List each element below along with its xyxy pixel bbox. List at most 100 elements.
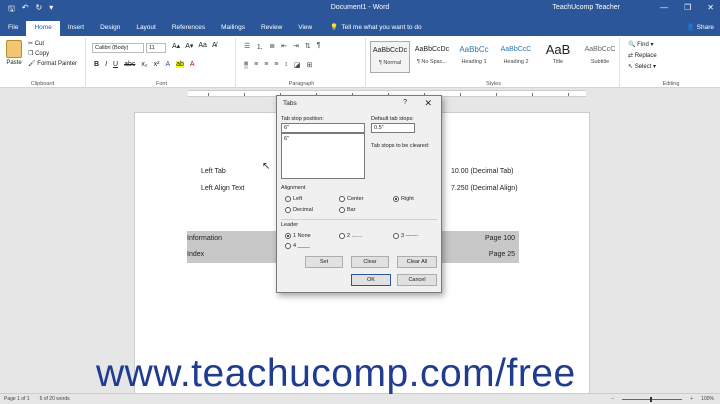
numbering-icon[interactable]: ⒈ <box>256 42 263 52</box>
format-painter-button[interactable]: 🖌 Format Painter <box>28 60 77 67</box>
style-heading-2[interactable]: AaBbCcC Heading 2 <box>496 41 536 73</box>
italic-icon[interactable]: I <box>105 61 107 68</box>
bullets-icon[interactable]: ☰ <box>244 42 250 52</box>
ok-button[interactable]: OK <box>351 274 391 286</box>
row-left-text: Information <box>187 235 223 242</box>
user-name[interactable]: TeachUcomp Teacher <box>552 4 620 11</box>
clear-format-icon[interactable]: A̸ <box>212 42 217 50</box>
highlight-icon[interactable]: ab <box>176 61 184 68</box>
replace-button[interactable]: ⇄ Replace <box>628 52 657 59</box>
dialog-close-button[interactable]: ✕ <box>424 98 432 109</box>
style-normal[interactable]: AaBbCcDc ¶ Normal <box>370 41 410 73</box>
multilevel-icon[interactable]: ≣ <box>269 42 275 52</box>
font-size-box[interactable]: 11 <box>146 43 166 53</box>
shrink-font-icon[interactable]: A▾ <box>185 42 193 50</box>
radio-label: 4 ____ <box>293 243 310 249</box>
superscript-icon[interactable]: x² <box>154 61 160 68</box>
tab-stop-list[interactable]: 6" <box>281 133 365 179</box>
find-button[interactable]: 🔍 Find ▾ <box>628 41 657 48</box>
align-center-radio[interactable]: Center <box>339 196 364 202</box>
tab-view[interactable]: View <box>290 21 320 36</box>
cut-button[interactable]: ✂ Cut <box>28 40 77 47</box>
clear-button[interactable]: Clear <box>351 256 389 268</box>
tell-me-box[interactable]: 💡 Tell me what you want to do <box>330 21 421 36</box>
leader-none-radio[interactable]: 1 None <box>285 233 311 239</box>
subscript-icon[interactable]: x₂ <box>141 61 147 68</box>
styles-group-label: Styles <box>486 81 501 87</box>
tab-mailings[interactable]: Mailings <box>213 21 253 36</box>
default-tab-stops-input[interactable]: 0.5" <box>371 123 415 133</box>
pilcrow-icon[interactable]: ¶ <box>317 42 321 52</box>
tab-file[interactable]: File <box>0 21 26 36</box>
leader-underline-radio[interactable]: 4 ____ <box>285 243 310 249</box>
align-right-icon[interactable]: ≡ <box>264 61 268 69</box>
zoom-in-icon[interactable]: + <box>690 396 693 402</box>
set-button[interactable]: Set <box>305 256 343 268</box>
tab-design[interactable]: Design <box>92 21 128 36</box>
copy-button[interactable]: ❐ Copy <box>28 50 77 57</box>
increase-indent-icon[interactable]: ⇥ <box>293 42 299 52</box>
line-spacing-icon[interactable]: ↕ <box>284 61 288 69</box>
style-name: Heading 1 <box>461 59 487 65</box>
style-title[interactable]: AaB Title <box>538 41 578 73</box>
tab-stop-position-input[interactable]: 6" <box>281 123 365 133</box>
tell-me-text: Tell me what you want to do <box>341 24 422 31</box>
style-preview: AaBbCc <box>459 45 489 54</box>
paste-button[interactable]: Paste <box>4 40 24 66</box>
align-decimal-radio[interactable]: Decimal <box>285 207 313 213</box>
align-right-radio[interactable]: Right <box>393 196 414 202</box>
tab-home[interactable]: Home <box>26 21 60 36</box>
word-count[interactable]: 6 of 20 words <box>40 396 70 402</box>
text-effects-icon[interactable]: A <box>165 61 170 68</box>
leader-dots-radio[interactable]: 2 ....... <box>339 233 362 239</box>
page-count[interactable]: Page 1 of 1 <box>4 396 30 402</box>
font-name-box[interactable]: Calibri (Body) <box>92 43 144 53</box>
font-color-icon[interactable]: A <box>190 61 195 68</box>
tab-layout[interactable]: Layout <box>128 21 164 36</box>
minimize-button[interactable]: — <box>660 3 668 12</box>
change-case-icon[interactable]: Aa <box>198 42 207 50</box>
bold-icon[interactable]: B <box>94 61 99 68</box>
tab-review[interactable]: Review <box>253 21 290 36</box>
help-button[interactable]: ? <box>403 99 407 106</box>
underline-icon[interactable]: U <box>113 61 118 68</box>
ruler-tick <box>532 93 533 96</box>
zoom-slider[interactable] <box>622 396 683 402</box>
decrease-indent-icon[interactable]: ⇤ <box>281 42 287 52</box>
style-subtitle[interactable]: AaBbCcC Subtitle <box>580 41 620 73</box>
find-label: Find <box>637 42 649 48</box>
strikethrough-icon[interactable]: abc <box>124 61 135 68</box>
default-tab-stops-label: Default tab stops: <box>371 116 414 122</box>
clipboard-group: Paste ✂ Cut ❐ Copy 🖌 Format Painter Clip… <box>0 38 86 88</box>
justify-icon[interactable]: ≡ <box>274 61 278 69</box>
restore-button[interactable]: ❐ <box>684 3 691 12</box>
tab-stop-list-item[interactable]: 6" <box>284 136 362 142</box>
tab-references[interactable]: References <box>164 21 213 36</box>
editing-group-label: Editing <box>662 81 680 87</box>
clear-all-button[interactable]: Clear All <box>397 256 437 268</box>
sort-icon[interactable]: ⇅ <box>305 42 311 52</box>
zoom-out-icon[interactable]: − <box>611 396 614 402</box>
grow-font-icon[interactable]: A▴ <box>172 42 180 50</box>
leader-dashes-radio[interactable]: 3 ------- <box>393 233 418 239</box>
style-no-spacing[interactable]: AaBbCcDc ¶ No Spac... <box>412 41 452 73</box>
close-button[interactable]: ✕ <box>707 3 714 12</box>
tab-insert[interactable]: Insert <box>60 21 92 36</box>
row-left-text: Index <box>187 251 205 258</box>
shading-icon[interactable]: ◪ <box>294 61 301 69</box>
align-left-radio[interactable]: Left <box>285 196 302 202</box>
style-heading-1[interactable]: AaBbCc Heading 1 <box>454 41 494 73</box>
zoom-level[interactable]: 100% <box>701 396 714 402</box>
select-button[interactable]: ↖ Select ▾ <box>628 63 657 70</box>
style-preview: AaBbCcDc <box>372 47 408 54</box>
align-center-icon[interactable]: ≡ <box>254 61 258 69</box>
align-left-icon[interactable]: ≡ <box>244 61 249 69</box>
cancel-button[interactable]: Cancel <box>397 274 437 286</box>
decimal-tab-text: 10.00 (Decimal Tab) <box>451 168 514 175</box>
align-bar-radio[interactable]: Bar <box>339 207 356 213</box>
clipboard-items: ✂ Cut ❐ Copy 🖌 Format Painter <box>28 40 77 67</box>
decimal-align-text: 7.250 (Decimal Align) <box>451 185 518 192</box>
borders-icon[interactable]: ⊞ <box>307 61 313 69</box>
share-button[interactable]: 👤 Share <box>687 21 714 36</box>
share-label: Share <box>696 24 714 31</box>
